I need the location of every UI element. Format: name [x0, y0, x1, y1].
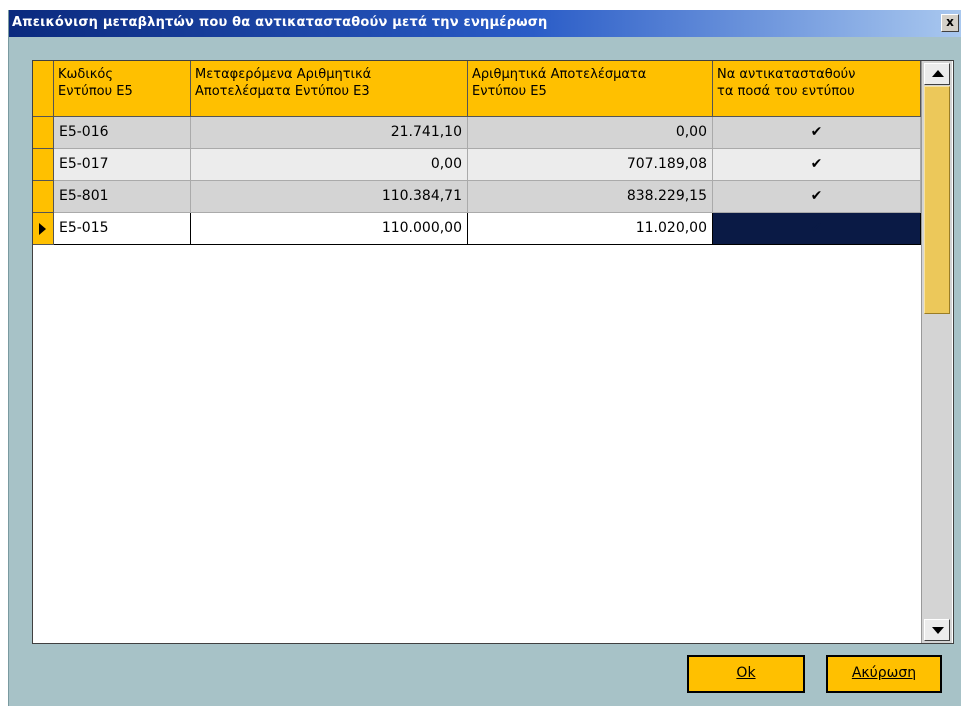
table-row[interactable]: E5-801 110.384,71 838.229,15 ✔ [33, 181, 921, 213]
column-header-code[interactable]: Κωδικός Εντύπου Ε5 [54, 61, 191, 117]
cell-code[interactable]: E5-801 [54, 181, 191, 213]
dialog-window: Απεικόνιση μεταβλητών που θα αντικαταστα… [8, 10, 961, 706]
scroll-up-button[interactable] [924, 63, 950, 85]
cell-code[interactable]: E5-015 [54, 213, 191, 245]
cell-e5-amount[interactable]: 707.189,08 [468, 149, 713, 181]
cell-e5-amount[interactable]: 11.020,00 [468, 213, 713, 245]
scroll-down-button[interactable] [924, 619, 950, 641]
title-bar[interactable]: Απεικόνιση μεταβλητών που θα αντικαταστα… [9, 10, 961, 37]
column-header-e3-results[interactable]: Μεταφερόμενα Αριθμητικά Αποτελέσματα Εντ… [191, 61, 468, 117]
arrow-up-icon [932, 70, 944, 77]
close-icon: x [946, 15, 954, 29]
cell-e3-amount[interactable]: 110.000,00 [191, 213, 468, 245]
replace-checkbox[interactable]: ✔ [713, 149, 921, 181]
ok-button[interactable]: Ok [687, 655, 805, 693]
vertical-scrollbar[interactable] [921, 61, 952, 643]
cell-code[interactable]: E5-017 [54, 149, 191, 181]
cell-e3-amount[interactable]: 0,00 [191, 149, 468, 181]
row-indicator-header [33, 61, 54, 117]
replace-checkbox[interactable]: ✔ [713, 117, 921, 149]
cell-code[interactable]: E5-016 [54, 117, 191, 149]
row-indicator[interactable] [33, 117, 54, 149]
dialog-title: Απεικόνιση μεταβλητών που θα αντικαταστα… [12, 15, 548, 30]
row-indicator[interactable] [33, 181, 54, 213]
cell-e3-amount[interactable]: 110.384,71 [191, 181, 468, 213]
replace-checkbox-selected[interactable]: ✔ [713, 213, 921, 245]
column-header-e5-results[interactable]: Αριθμητικά Αποτελέσματα Εντύπου Ε5 [468, 61, 713, 117]
scroll-thumb[interactable] [924, 86, 950, 314]
replace-checkbox[interactable]: ✔ [713, 181, 921, 213]
data-grid[interactable]: Κωδικός Εντύπου Ε5 Μεταφερόμενα Αριθμητι… [32, 60, 954, 644]
cell-e3-amount[interactable]: 21.741,10 [191, 117, 468, 149]
close-button[interactable]: x [941, 14, 959, 32]
row-indicator-current[interactable] [33, 213, 54, 245]
table-row[interactable]: E5-017 0,00 707.189,08 ✔ [33, 149, 921, 181]
cell-e5-amount[interactable]: 838.229,15 [468, 181, 713, 213]
cancel-button[interactable]: Ακύρωση [826, 655, 942, 693]
table-row-current[interactable]: E5-015 110.000,00 11.020,00 ✔ [33, 213, 921, 245]
row-indicator[interactable] [33, 149, 54, 181]
table-row[interactable]: E5-016 21.741,10 0,00 ✔ [33, 117, 921, 149]
current-row-arrow-icon [39, 223, 46, 235]
arrow-down-icon [932, 627, 944, 634]
column-header-replace[interactable]: Να αντικατασταθούν τα ποσά του εντύπου [713, 61, 921, 117]
cell-e5-amount[interactable]: 0,00 [468, 117, 713, 149]
